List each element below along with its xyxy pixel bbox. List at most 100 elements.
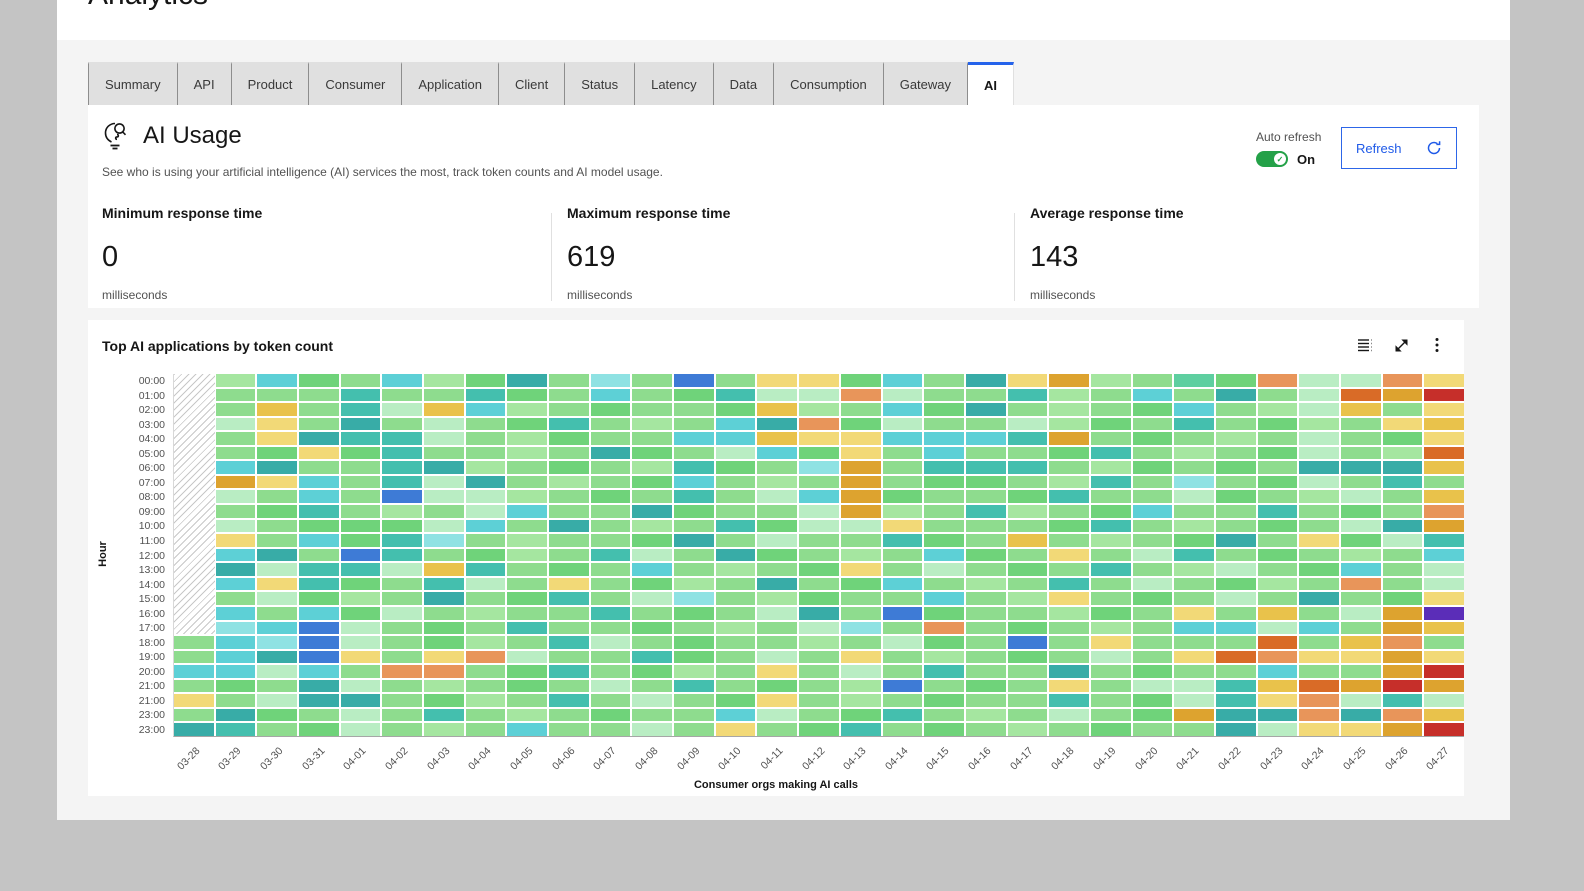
heatmap-cell[interactable] — [257, 694, 297, 707]
heatmap-cell[interactable] — [1091, 461, 1131, 474]
heatmap-cell[interactable] — [841, 447, 881, 460]
heatmap-cell[interactable] — [1258, 432, 1298, 445]
heatmap-cell[interactable] — [591, 578, 631, 591]
heatmap-cell[interactable] — [1091, 520, 1131, 533]
heatmap-cell[interactable] — [883, 505, 923, 518]
heatmap-cell[interactable] — [341, 490, 381, 503]
expand-icon[interactable] — [1390, 334, 1412, 356]
heatmap-cell[interactable] — [1008, 389, 1048, 402]
heatmap-cell[interactable] — [632, 592, 672, 605]
heatmap-cell[interactable] — [591, 389, 631, 402]
heatmap-cell[interactable] — [299, 418, 339, 431]
heatmap-cell[interactable] — [1424, 723, 1464, 736]
heatmap-cell[interactable] — [883, 636, 923, 649]
heatmap-cell[interactable] — [1341, 549, 1381, 562]
heatmap-cell[interactable] — [216, 651, 256, 664]
heatmap-cell[interactable] — [757, 505, 797, 518]
heatmap-cell[interactable] — [1341, 490, 1381, 503]
heatmap-cell[interactable] — [1091, 680, 1131, 693]
heatmap-cell[interactable] — [883, 389, 923, 402]
heatmap-cell[interactable] — [341, 636, 381, 649]
heatmap-cell[interactable] — [382, 549, 422, 562]
heatmap-cell[interactable] — [757, 403, 797, 416]
heatmap-cell[interactable] — [549, 578, 589, 591]
heatmap-cell[interactable] — [924, 432, 964, 445]
heatmap-cell[interactable] — [674, 447, 714, 460]
tab-application[interactable]: Application — [402, 62, 499, 105]
tab-product[interactable]: Product — [232, 62, 310, 105]
heatmap-cell[interactable] — [966, 680, 1006, 693]
heatmap-cell[interactable] — [1341, 709, 1381, 722]
heatmap-cell[interactable] — [507, 374, 547, 387]
heatmap-cell[interactable] — [216, 389, 256, 402]
heatmap-cell[interactable] — [466, 432, 506, 445]
heatmap-cell[interactable] — [382, 476, 422, 489]
heatmap-cell[interactable] — [1008, 723, 1048, 736]
heatmap-cell[interactable] — [216, 490, 256, 503]
heatmap-cell[interactable] — [1383, 418, 1423, 431]
heatmap-cell[interactable] — [1299, 461, 1339, 474]
heatmap-cell[interactable] — [674, 476, 714, 489]
heatmap-cell[interactable] — [591, 622, 631, 635]
heatmap-cell[interactable] — [591, 607, 631, 620]
heatmap-cell[interactable] — [1258, 665, 1298, 678]
overflow-menu-icon[interactable] — [1426, 334, 1448, 356]
heatmap-cell[interactable] — [1216, 723, 1256, 736]
heatmap-cell[interactable] — [466, 607, 506, 620]
heatmap-cell[interactable] — [1383, 432, 1423, 445]
heatmap-cell[interactable] — [216, 403, 256, 416]
heatmap-cell[interactable] — [1299, 680, 1339, 693]
heatmap-cell[interactable] — [1341, 534, 1381, 547]
heatmap-cell[interactable] — [757, 694, 797, 707]
heatmap-cell[interactable] — [632, 389, 672, 402]
heatmap-cell[interactable] — [924, 374, 964, 387]
heatmap-cell[interactable] — [257, 374, 297, 387]
heatmap-cell[interactable] — [799, 447, 839, 460]
heatmap-cell[interactable] — [799, 403, 839, 416]
heatmap-cell[interactable] — [966, 534, 1006, 547]
heatmap-cell[interactable] — [924, 665, 964, 678]
heatmap-cell[interactable] — [966, 447, 1006, 460]
heatmap-cell[interactable] — [1008, 651, 1048, 664]
heatmap-cell[interactable] — [716, 680, 756, 693]
heatmap-cell[interactable] — [1133, 461, 1173, 474]
heatmap-cell[interactable] — [841, 534, 881, 547]
heatmap-cell[interactable] — [883, 476, 923, 489]
heatmap-cell[interactable] — [174, 651, 214, 664]
heatmap-cell[interactable] — [1216, 636, 1256, 649]
heatmap-cell[interactable] — [966, 403, 1006, 416]
heatmap-cell[interactable] — [1174, 563, 1214, 576]
heatmap-cell[interactable] — [716, 651, 756, 664]
heatmap-cell[interactable] — [883, 374, 923, 387]
heatmap-cell[interactable] — [1383, 723, 1423, 736]
heatmap-cell[interactable] — [591, 636, 631, 649]
heatmap-cell[interactable] — [674, 520, 714, 533]
heatmap-cell[interactable] — [924, 694, 964, 707]
heatmap-cell[interactable] — [1049, 476, 1089, 489]
heatmap-cell[interactable] — [716, 563, 756, 576]
heatmap-cell[interactable] — [1383, 636, 1423, 649]
heatmap-cell[interactable] — [382, 607, 422, 620]
heatmap-cell[interactable] — [1258, 607, 1298, 620]
heatmap-cell[interactable] — [1174, 403, 1214, 416]
heatmap-cell[interactable] — [1216, 651, 1256, 664]
heatmap-cell[interactable] — [966, 651, 1006, 664]
heatmap-cell[interactable] — [757, 461, 797, 474]
heatmap-cell[interactable] — [924, 476, 964, 489]
heatmap-cell[interactable] — [757, 680, 797, 693]
heatmap-cell[interactable] — [924, 651, 964, 664]
heatmap-cell[interactable] — [507, 680, 547, 693]
heatmap-cell[interactable] — [674, 389, 714, 402]
heatmap-cell[interactable] — [632, 432, 672, 445]
heatmap-cell[interactable] — [424, 592, 464, 605]
heatmap-cell[interactable] — [883, 622, 923, 635]
heatmap-cell[interactable] — [966, 694, 1006, 707]
heatmap-cell[interactable] — [757, 723, 797, 736]
heatmap-cell[interactable] — [257, 505, 297, 518]
heatmap-cell[interactable] — [341, 476, 381, 489]
heatmap-cell[interactable] — [1133, 709, 1173, 722]
heatmap-cell[interactable] — [1216, 389, 1256, 402]
heatmap-cell[interactable] — [1049, 665, 1089, 678]
heatmap-cell[interactable] — [1258, 680, 1298, 693]
heatmap-cell[interactable] — [1008, 680, 1048, 693]
